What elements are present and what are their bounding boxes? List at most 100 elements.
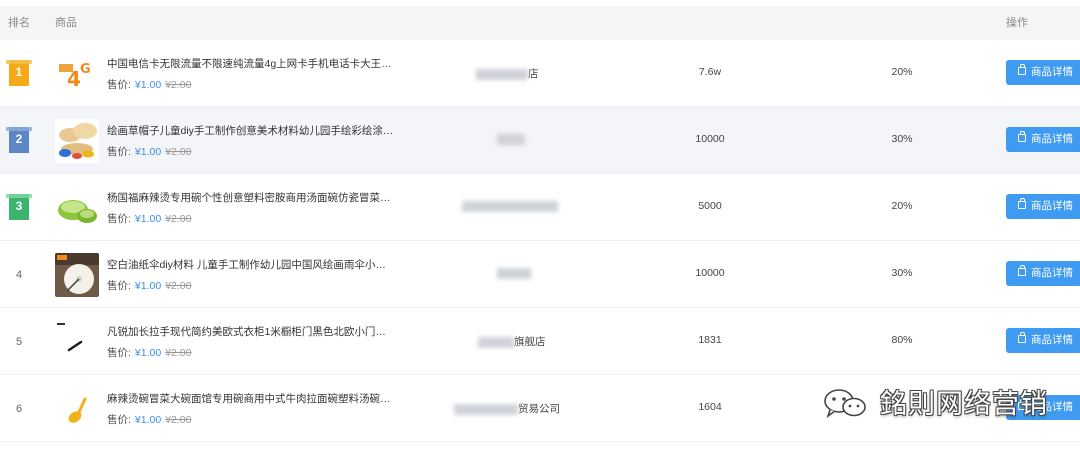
table-row: 1 4 G 中国电信卡无限流量不限速纯流量4g上网卡手机电话卡大王… 售价: ¥1… (0, 40, 1080, 107)
header-product: 商品 (55, 17, 77, 29)
redacted-text (497, 133, 525, 145)
product-title[interactable]: 凡锐加长拉手现代简约美欧式衣柜1米橱柜门黑色北欧小门… (107, 324, 386, 339)
commission-rate: 30% (891, 133, 913, 145)
commission-rate: 80% (891, 334, 913, 346)
shopping-bag-icon (1018, 198, 1026, 209)
4g-card-icon: 4 G (55, 52, 99, 96)
shop-name-visible: 旗舰店 (514, 336, 546, 348)
sales-count: 7.6w (698, 66, 722, 78)
sale-price: ¥1.00 (134, 414, 162, 426)
product-detail-button[interactable]: 商品详情 (1006, 194, 1080, 219)
shop-name: 贸易公司 (454, 401, 560, 416)
product-thumbnail[interactable] (55, 387, 99, 431)
sale-price: ¥1.00 (134, 213, 162, 225)
price-line: 售价: ¥1.00 ¥2.00 (107, 345, 191, 360)
commission-rate: 20% (891, 200, 913, 212)
table-header: 排名 商品 店铺 销量 佣金 操作 (0, 6, 1080, 55)
detail-button-label: 商品详情 (1031, 200, 1073, 212)
product-thumbnail[interactable] (55, 320, 99, 364)
table-row: 5 凡锐加长拉手现代简约美欧式衣柜1米橱柜门黑色北欧小门… 售价: ¥1.00 ¥2… (0, 308, 1080, 375)
sales-count: 5000 (698, 200, 722, 212)
straw-hat-icon (55, 119, 99, 163)
original-price: ¥2.00 (165, 414, 192, 426)
rank-number: 6 (16, 403, 23, 415)
sale-price: ¥1.00 (134, 280, 162, 292)
product-title[interactable]: 绘画草帽子儿童diy手工制作创意美术材料幼儿园手绘彩绘涂… (107, 123, 393, 138)
svg-text:G: G (80, 62, 91, 77)
rank-badge: 5 (6, 328, 32, 356)
commission-rate: 30% (891, 267, 913, 279)
price-line: 售价: ¥1.00 ¥2.00 (107, 144, 191, 159)
price-label: 售价: (107, 146, 131, 158)
shopping-bag-icon (1018, 131, 1026, 142)
rank-badge: 2 (6, 127, 32, 155)
price-line: 售价: ¥1.00 ¥2.00 (107, 412, 191, 427)
sale-price: ¥1.00 (134, 79, 162, 91)
original-price: ¥2.00 (165, 280, 192, 292)
product-thumbnail[interactable] (55, 253, 99, 297)
original-price: ¥2.00 (165, 146, 192, 158)
product-detail-button[interactable]: 商品详情 (1006, 60, 1080, 85)
cabinet-handle-icon (55, 320, 99, 364)
redacted-text (478, 336, 514, 348)
original-price: ¥2.00 (165, 79, 192, 91)
product-thumbnail[interactable]: 4 G (55, 52, 99, 96)
product-title[interactable]: 杨国福麻辣烫专用碗个性创意塑料密胺商用汤面碗仿瓷冒菜… (107, 190, 391, 205)
sales-count: 10000 (695, 267, 725, 279)
price-line: 售价: ¥1.00 ¥2.00 (107, 77, 191, 92)
sales-count: 10000 (695, 133, 725, 145)
shopping-bag-icon (1018, 64, 1026, 75)
table-row: 3 杨国福麻辣烫专用碗个性创意塑料密胺商用汤面碗仿瓷冒菜… 售价: ¥1.00 ¥2… (0, 174, 1080, 241)
sale-price: ¥1.00 (134, 146, 162, 158)
price-label: 售价: (107, 280, 131, 292)
rank-number: 3 (6, 194, 32, 220)
shopping-bag-icon (1018, 265, 1026, 276)
redacted-text (476, 68, 528, 80)
product-title[interactable]: 中国电信卡无限流量不限速纯流量4g上网卡手机电话卡大王… (107, 56, 392, 71)
rank-number: 4 (16, 269, 23, 281)
rank-number: 5 (16, 336, 23, 348)
shop-name-visible: 店 (528, 68, 539, 80)
product-thumbnail[interactable] (55, 119, 99, 163)
product-thumbnail[interactable] (55, 186, 99, 230)
rank-badge: 4 (6, 261, 32, 289)
price-label: 售价: (107, 79, 131, 91)
shop-name (462, 200, 558, 212)
detail-button-label: 商品详情 (1031, 334, 1073, 346)
rank-number: 1 (6, 60, 32, 86)
product-detail-button[interactable]: 商品详情 (1006, 261, 1080, 286)
redacted-text (497, 267, 531, 279)
wechat-icon (824, 389, 866, 418)
rank-number: 2 (6, 127, 32, 153)
table-row: 4 空白油纸伞diy材料 儿童手工制作幼儿园中国风绘画雨伞小… 售价: ¥1.00… (0, 241, 1080, 308)
header-ops: 操作 (1006, 17, 1028, 29)
svg-text:4: 4 (67, 67, 81, 91)
sale-price: ¥1.00 (134, 347, 162, 359)
yellow-spoon-icon (55, 387, 99, 431)
shop-name-visible: 贸易公司 (518, 403, 560, 415)
product-title[interactable]: 空白油纸伞diy材料 儿童手工制作幼儿园中国风绘画雨伞小… (107, 257, 386, 272)
redacted-text (462, 200, 558, 212)
price-label: 售价: (107, 414, 131, 426)
original-price: ¥2.00 (165, 213, 192, 225)
paper-umbrella-icon (55, 253, 99, 297)
detail-button-label: 商品详情 (1031, 66, 1073, 78)
rank-badge: 1 (6, 60, 32, 88)
shopping-bag-icon (1018, 332, 1026, 343)
shop-name (497, 133, 525, 145)
product-title[interactable]: 麻辣烫碗冒菜大碗面馆专用碗商用中式牛肉拉面碗塑料汤碗… (107, 391, 391, 406)
table-row: 2 绘画草帽子儿童diy手工制作创意美术材料幼儿园手绘彩绘涂… 售价: ¥1.00… (0, 107, 1080, 174)
rank-badge: 3 (6, 194, 32, 222)
sales-count: 1604 (698, 401, 722, 413)
product-detail-button[interactable]: 商品详情 (1006, 127, 1080, 152)
green-bowl-icon (55, 186, 99, 230)
price-line: 售价: ¥1.00 ¥2.00 (107, 211, 191, 226)
shop-name: 店 (476, 66, 539, 81)
price-line: 售价: ¥1.00 ¥2.00 (107, 278, 191, 293)
detail-button-label: 商品详情 (1031, 133, 1073, 145)
product-detail-button[interactable]: 商品详情 (1006, 328, 1080, 353)
shop-name: 旗舰店 (478, 334, 546, 349)
redacted-text (454, 403, 518, 415)
watermark-text: 銘則网络营销 (880, 389, 1048, 420)
detail-button-label: 商品详情 (1031, 267, 1073, 279)
